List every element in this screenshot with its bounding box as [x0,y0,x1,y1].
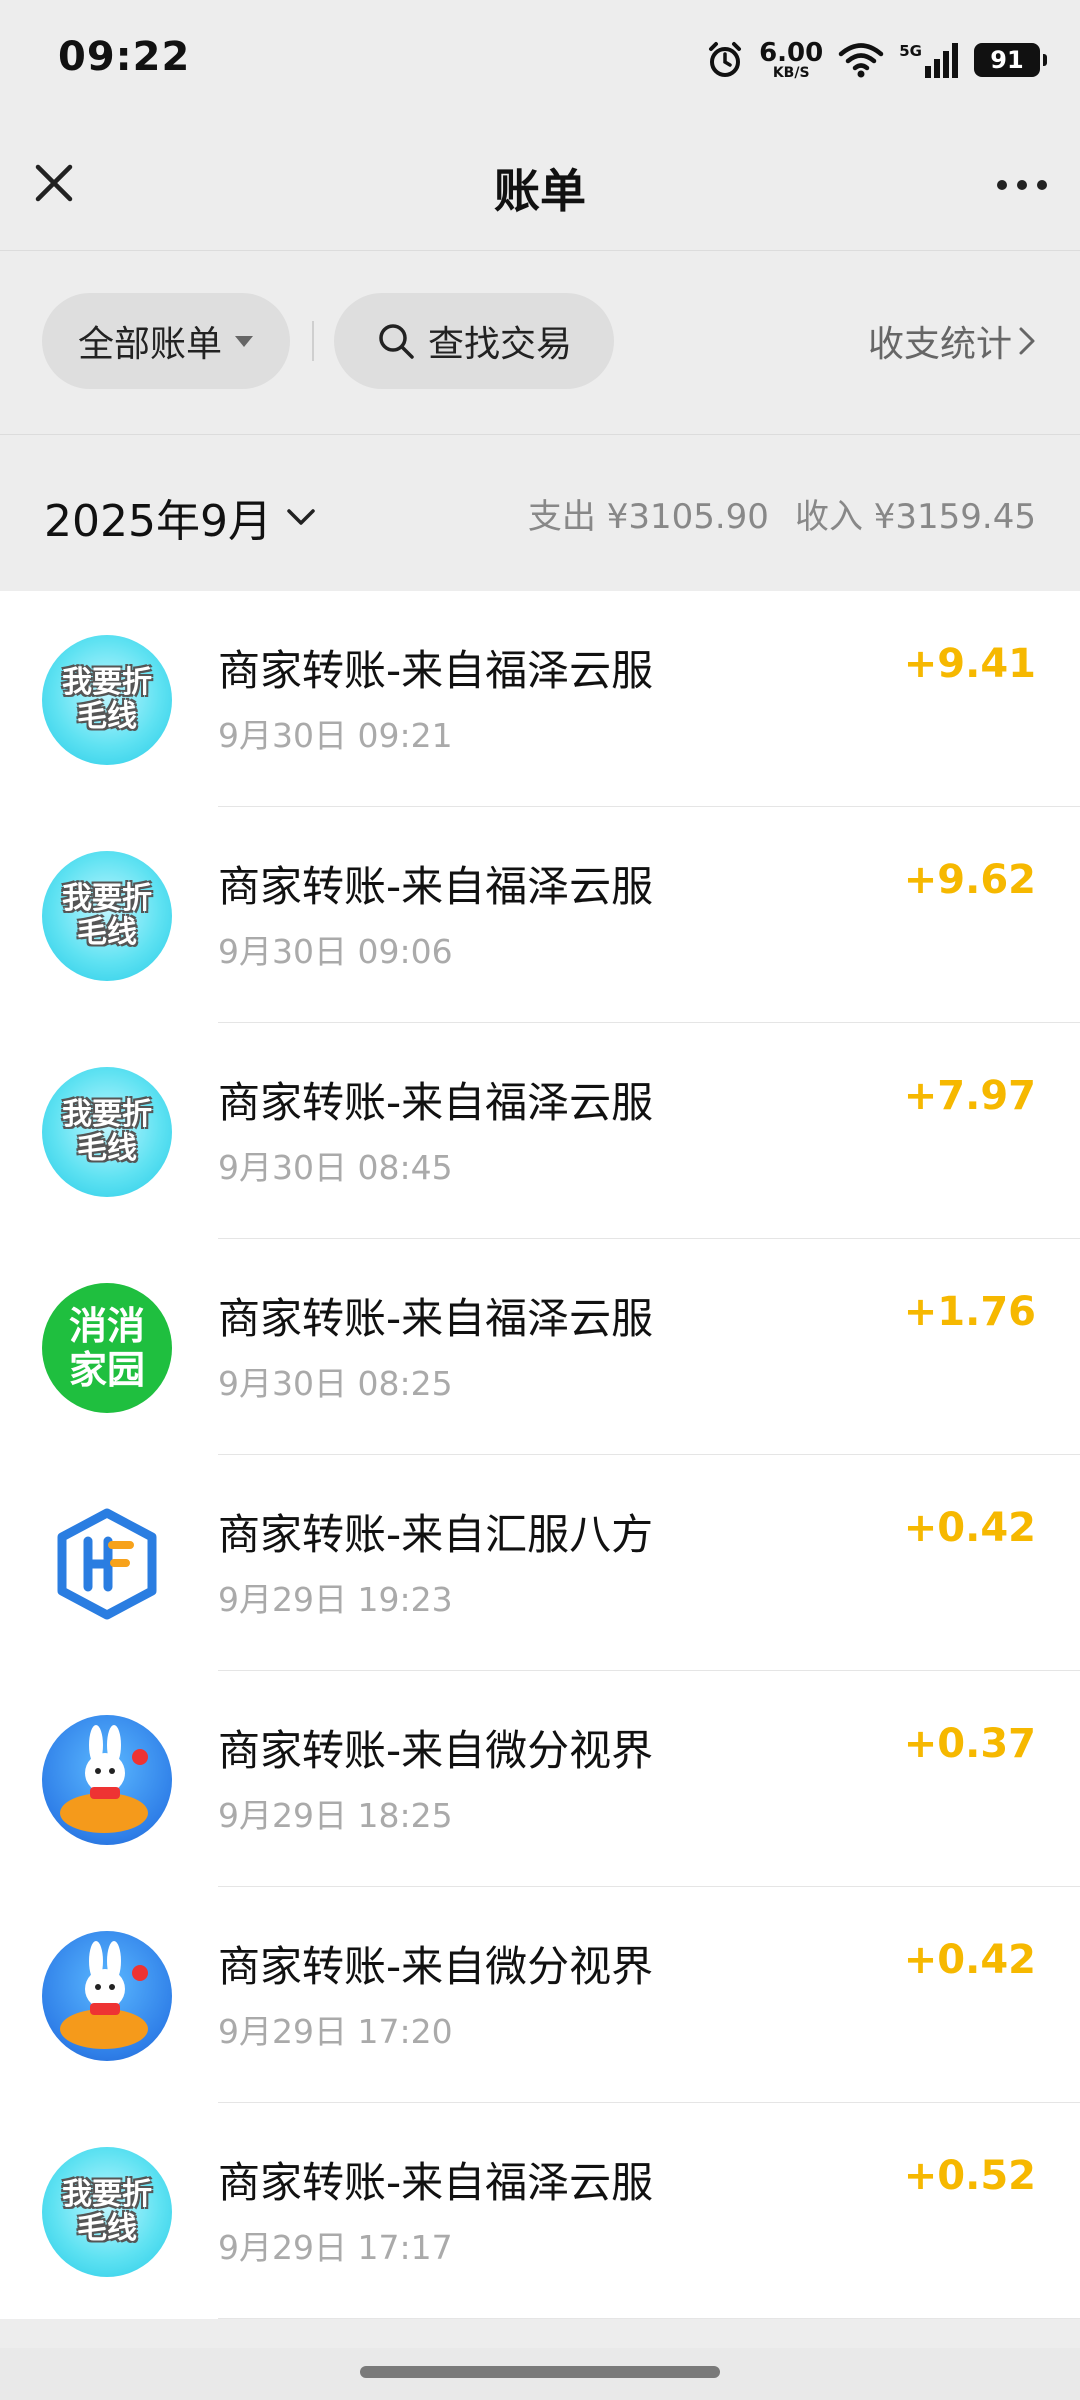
all-bills-label: 全部账单 [77,324,222,365]
status-time: 09:22 [58,34,191,80]
net-speed: 6.00 KB/S [759,40,823,80]
month-label: 2025年9月 [44,496,272,547]
avatar-text-line1: 我要折 [62,1097,152,1132]
row-divider [218,2318,1080,2319]
transaction-time: 9月29日 19:23 [218,1580,453,1619]
hf-logo-icon [42,1499,172,1629]
avatar-text-line2: 家园 [68,1348,145,1392]
transaction-amount: +0.42 [903,1937,1036,1983]
transaction-title: 商家转账-来自福泽云服 [218,2158,654,2207]
month-header: 2025年9月 支出 ¥3105.90 收入 ¥3159.45 [0,435,1080,590]
transaction-amount: +7.97 [903,1073,1036,1119]
all-bills-filter[interactable]: 全部账单 [42,293,290,389]
transaction-row[interactable]: 我要折 毛线 商家转账-来自福泽云服 9月30日 09:21 +9.41 [0,591,1080,807]
transaction-time: 9月30日 09:06 [218,932,453,971]
rabbit-logo-icon [42,1715,172,1845]
transaction-title: 商家转账-来自福泽云服 [218,862,654,911]
transaction-title: 商家转账-来自微分视界 [218,1726,654,1775]
avatar-text-line2: 毛线 [77,699,137,734]
transaction-time: 9月29日 17:17 [218,2228,453,2267]
transaction-row[interactable]: 我要折 毛线 商家转账-来自福泽云服 9月30日 08:45 +7.97 [0,1023,1080,1239]
month-summary: 支出 ¥3105.90 收入 ¥3159.45 [528,489,1036,538]
transaction-title: 商家转账-来自汇服八方 [218,1510,654,1559]
transaction-time: 9月29日 18:25 [218,1796,453,1835]
net-speed-unit: KB/S [772,65,810,81]
page-title: 账单 [494,164,586,218]
wifi-icon [839,43,884,78]
month-selector[interactable]: 2025年9月 [44,485,316,549]
transaction-title: 商家转账-来自福泽云服 [218,1294,654,1343]
transaction-row[interactable]: 我要折 毛线 商家转账-来自福泽云服 9月29日 17:17 +0.52 [0,2103,1080,2319]
more-icon[interactable] [992,165,1052,205]
transaction-time: 9月30日 08:25 [218,1364,453,1403]
transaction-row[interactable]: 消消 家园 商家转账-来自福泽云服 9月30日 08:25 +1.76 [0,1239,1080,1455]
rabbit-logo-icon [42,1931,172,2061]
caret-down-icon [235,336,253,347]
transaction-amount: +0.52 [903,2153,1036,2199]
transaction-amount: +0.37 [903,1721,1036,1767]
search-transactions-button[interactable]: 查找交易 [334,293,614,389]
transaction-title: 商家转账-来自微分视界 [218,1942,654,1991]
merchant-avatar: 消消 家园 [42,1283,172,1413]
network-type: 5G [899,42,922,60]
filter-divider [312,321,314,361]
transaction-title: 商家转账-来自福泽云服 [218,646,654,695]
transaction-row[interactable]: 商家转账-来自微分视界 9月29日 17:20 +0.42 [0,1887,1080,2103]
nav-bar: 账单 [0,125,1080,251]
transaction-row[interactable]: 商家转账-来自汇服八方 9月29日 19:23 +0.42 [0,1455,1080,1671]
transaction-row[interactable]: 我要折 毛线 商家转账-来自福泽云服 9月30日 09:06 +9.62 [0,807,1080,1023]
signal-icon: 5G [899,42,960,78]
avatar-text-line1: 我要折 [62,2177,152,2212]
avatar-text-line1: 我要折 [62,881,152,916]
transaction-time: 9月29日 17:20 [218,2012,453,2051]
merchant-avatar: 我要折 毛线 [42,1067,172,1197]
battery-icon: 91 [974,43,1047,77]
avatar-text-line2: 毛线 [77,1131,137,1166]
merchant-avatar: 我要折 毛线 [42,851,172,981]
avatar-text-line2: 毛线 [77,915,137,950]
transaction-title: 商家转账-来自福泽云服 [218,1078,654,1127]
status-icons: 6.00 KB/S 5G 91 [705,32,1047,88]
transaction-list: 我要折 毛线 商家转账-来自福泽云服 9月30日 09:21 +9.41 我要折毛… [0,591,1080,2319]
search-label: 查找交易 [427,324,572,365]
battery-level: 91 [990,46,1024,74]
month-income: 收入 ¥3159.45 [794,497,1036,537]
transaction-row[interactable]: 商家转账-来自微分视界 9月29日 18:25 +0.37 [0,1671,1080,1887]
transaction-amount: +9.62 [903,857,1036,903]
filter-bar: 全部账单 查找交易 收支统计 [0,251,1080,435]
stats-link[interactable]: 收支统计 [868,315,1036,367]
transaction-amount: +9.41 [903,641,1036,687]
alarm-icon [709,42,742,77]
avatar-text-line1: 消消 [68,1304,145,1348]
stats-label: 收支统计 [867,324,1012,365]
avatar-text-line1: 我要折 [62,665,152,700]
transaction-time: 9月30日 08:45 [218,1148,453,1187]
merchant-avatar: 我要折 毛线 [42,635,172,765]
transaction-amount: +0.42 [903,1505,1036,1551]
search-icon [379,324,414,359]
home-indicator[interactable] [360,2366,720,2378]
net-speed-value: 6.00 [759,38,824,68]
chevron-down-icon [287,509,315,525]
transaction-amount: +1.76 [903,1289,1036,1335]
transaction-time: 9月30日 09:21 [218,716,453,755]
status-bar: 09:22 6.00 KB/S 5G 91 [0,0,1080,125]
chevron-right-icon [1019,327,1035,355]
merchant-avatar: 我要折 毛线 [42,2147,172,2277]
month-expense: 支出 ¥3105.90 [527,497,769,537]
avatar-text-line2: 毛线 [77,2211,137,2246]
